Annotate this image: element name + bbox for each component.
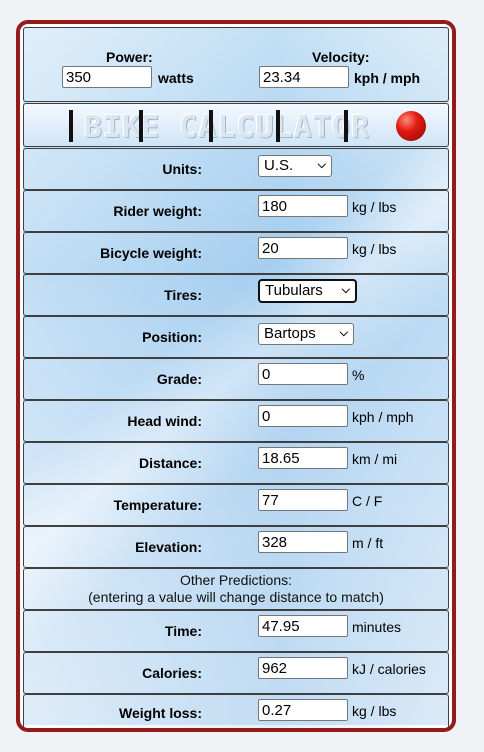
temperature-label: Temperature: [113,497,202,513]
time-label: Time: [164,623,202,639]
distance-row: Distance: km / mi [23,442,449,484]
rider-weight-row: Rider weight: kg / lbs [23,190,449,232]
time-row: Time: minutes [23,610,449,652]
other-predictions-title: Other Predictions: [179,572,293,588]
position-label: Position: [142,329,202,345]
calculator-panel: Power: watts Velocity: kph / mph BIKE CA… [23,27,449,728]
bike-calculator-banner: BIKE CALCULATOR [23,103,449,147]
rider-weight-input[interactable] [258,195,348,217]
weight-loss-unit: kg / lbs [352,703,397,719]
bicycle-weight-row: Bicycle weight: kg / lbs [23,232,449,274]
head-wind-input[interactable] [258,405,348,427]
units-row: Units: U.S. ⌵ [23,148,449,190]
position-select[interactable]: Bartops ⌵ [258,323,354,345]
banner-bar [69,110,73,142]
calories-input[interactable] [258,657,348,679]
calories-unit: kJ / calories [352,661,426,677]
elevation-row: Elevation: m / ft [23,526,449,568]
grade-unit: % [352,367,365,383]
distance-input[interactable] [258,447,348,469]
header-row: Power: watts Velocity: kph / mph [23,27,449,102]
other-predictions-hint: (entering a value will change distance t… [88,589,384,605]
chevron-down-icon: ⌵ [341,284,350,296]
banner-title: BIKE CALCULATOR [84,110,370,145]
distance-label: Distance: [138,455,202,471]
head-wind-label: Head wind: [127,413,202,429]
tires-select-value: Tubulars [265,282,323,299]
weight-loss-input[interactable] [258,699,348,721]
tires-row: Tires: Tubulars ⌵ [23,274,449,316]
velocity-label: Velocity: [312,49,370,65]
red-ball-icon [396,111,426,141]
chevron-down-icon: ⌵ [317,159,326,171]
elevation-input[interactable] [258,531,348,553]
power-input[interactable] [62,66,152,88]
calories-label: Calories: [142,665,202,681]
weight-loss-label: Weight loss: [119,705,202,721]
elevation-unit: m / ft [352,535,384,551]
time-input[interactable] [258,615,348,637]
units-select-value: U.S. [264,157,294,174]
banner-bar [344,110,348,142]
temperature-row: Temperature: C / F [23,484,449,526]
position-select-value: Bartops [264,325,316,342]
other-predictions-row: Other Predictions: (entering a value wil… [23,568,449,610]
elevation-label: Elevation: [135,539,202,555]
tires-label: Tires: [164,287,202,303]
power-label: Power: [106,49,153,65]
grade-input[interactable] [258,363,348,385]
head-wind-row: Head wind: kph / mph [23,400,449,442]
time-unit: minutes [352,619,402,635]
banner-bar [209,110,213,142]
units-label: Units: [162,161,202,177]
bicycle-weight-input[interactable] [258,237,348,259]
rider-weight-unit: kg / lbs [352,199,397,215]
grade-label: Grade: [156,371,202,387]
bicycle-weight-unit: kg / lbs [352,241,397,257]
units-select[interactable]: U.S. ⌵ [258,155,332,177]
banner-bar [139,110,143,142]
temperature-unit: C / F [352,493,383,509]
bicycle-weight-label: Bicycle weight: [100,245,202,261]
temperature-input[interactable] [258,489,348,511]
power-unit: watts [158,70,194,86]
head-wind-unit: kph / mph [352,409,414,425]
distance-unit: km / mi [352,451,398,467]
weight-loss-row: Weight loss: kg / lbs [23,694,449,728]
velocity-unit: kph / mph [354,70,421,86]
calories-row: Calories: kJ / calories [23,652,449,694]
grade-row: Grade: % [23,358,449,400]
position-row: Position: Bartops ⌵ [23,316,449,358]
calculator-frame: Power: watts Velocity: kph / mph BIKE CA… [16,20,456,732]
tires-select[interactable]: Tubulars ⌵ [258,279,357,303]
banner-bar [276,110,280,142]
rider-weight-label: Rider weight: [113,203,202,219]
velocity-input[interactable] [259,66,349,88]
chevron-down-icon: ⌵ [339,327,348,339]
